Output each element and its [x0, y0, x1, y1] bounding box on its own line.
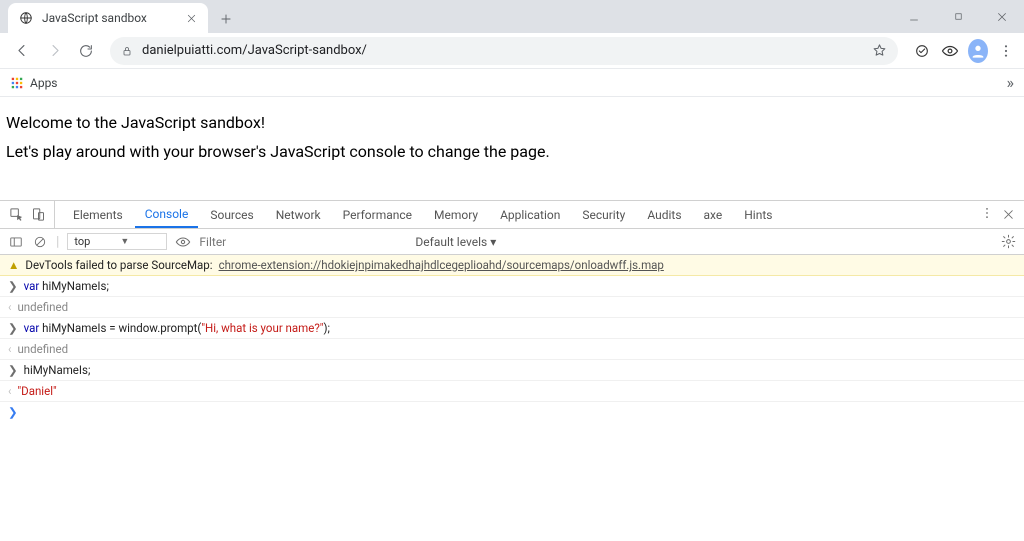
- input-caret-icon: ❯: [8, 279, 18, 293]
- console-sidebar-toggle-icon[interactable]: [8, 234, 24, 250]
- console-input-row: ❯ var hiMyNameIs;: [0, 276, 1024, 297]
- page-line-1: Welcome to the JavaScript sandbox!: [6, 113, 1018, 132]
- maximize-button[interactable]: [936, 0, 980, 33]
- warning-text: DevTools failed to parse SourceMap:: [25, 258, 212, 272]
- console-output-row: ‹ "Daniel": [0, 381, 1024, 402]
- inspect-element-icon[interactable]: [8, 207, 24, 223]
- devtools-tab-application[interactable]: Application: [490, 201, 570, 228]
- console-line-text: undefined: [17, 342, 68, 356]
- bookmarks-bar: Apps »: [0, 69, 1024, 97]
- devtools-tab-security[interactable]: Security: [572, 201, 635, 228]
- console-warning-row: ▲ DevTools failed to parse SourceMap: ch…: [0, 255, 1024, 276]
- console-filter-input[interactable]: [199, 235, 399, 249]
- console-line-text: var hiMyNameIs;: [24, 279, 109, 293]
- console-line-text: hiMyNameIs;: [24, 363, 91, 377]
- warning-triangle-icon: ▲: [8, 258, 19, 272]
- console-output: ▲ DevTools failed to parse SourceMap: ch…: [0, 255, 1024, 541]
- devtools-panel: ElementsConsoleSourcesNetworkPerformance…: [0, 200, 1024, 541]
- minimize-button[interactable]: [892, 0, 936, 33]
- console-input-row: ❯ hiMyNameIs;: [0, 360, 1024, 381]
- extension-icon[interactable]: [912, 41, 932, 61]
- log-levels-label: Default levels ▾: [415, 235, 496, 249]
- input-caret-icon: ❯: [8, 363, 18, 377]
- devtools-tabs: ElementsConsoleSourcesNetworkPerformance…: [55, 201, 782, 228]
- devtools-tab-console[interactable]: Console: [135, 201, 199, 228]
- apps-grid-icon: [10, 76, 24, 90]
- tab-title: JavaScript sandbox: [42, 11, 176, 25]
- devtools-close-icon[interactable]: [1000, 207, 1016, 223]
- devtools-header: ElementsConsoleSourcesNetworkPerformance…: [0, 201, 1024, 229]
- output-caret-icon: ‹: [8, 300, 11, 314]
- console-output-row: ‹ undefined: [0, 339, 1024, 360]
- eye-icon[interactable]: [940, 41, 960, 61]
- clear-console-icon[interactable]: [32, 234, 48, 250]
- devtools-menu-icon[interactable]: [980, 206, 994, 223]
- apps-button[interactable]: Apps: [10, 76, 58, 90]
- devtools-tab-axe[interactable]: axe: [694, 201, 733, 228]
- devtools-tab-sources[interactable]: Sources: [200, 201, 263, 228]
- forward-button[interactable]: [40, 37, 68, 65]
- devtools-tab-elements[interactable]: Elements: [63, 201, 133, 228]
- console-line-text: "Daniel": [17, 384, 56, 398]
- bookmark-star-icon[interactable]: [872, 43, 888, 59]
- lock-icon: [120, 44, 134, 58]
- console-settings-icon[interactable]: [1000, 234, 1016, 250]
- apps-label: Apps: [30, 76, 58, 90]
- devtools-tab-memory[interactable]: Memory: [424, 201, 488, 228]
- reload-button[interactable]: [72, 37, 100, 65]
- window-close-button[interactable]: [980, 0, 1024, 33]
- output-caret-icon: ‹: [8, 342, 11, 356]
- new-tab-button[interactable]: [212, 5, 240, 33]
- devtools-tab-audits[interactable]: Audits: [637, 201, 691, 228]
- page-content: Welcome to the JavaScript sandbox! Let's…: [0, 97, 1024, 177]
- window-controls: [892, 0, 1024, 33]
- device-toggle-icon[interactable]: [30, 207, 46, 223]
- tab-strip: JavaScript sandbox: [0, 0, 1024, 33]
- url-text: danielpuiatti.com/JavaScript-sandbox/: [142, 43, 864, 58]
- close-icon[interactable]: [184, 11, 198, 25]
- live-expression-icon[interactable]: [175, 234, 191, 250]
- console-line-text: undefined: [17, 300, 68, 314]
- log-levels-selector[interactable]: Default levels ▾: [415, 235, 496, 249]
- globe-icon: [18, 10, 34, 26]
- devtools-tab-performance[interactable]: Performance: [333, 201, 422, 228]
- console-prompt-caret-icon: ❯: [8, 405, 18, 419]
- console-line-text: var hiMyNameIs = window.prompt("Hi, what…: [24, 321, 330, 335]
- profile-avatar[interactable]: [968, 41, 988, 61]
- bookmarks-overflow-icon[interactable]: »: [1007, 73, 1015, 92]
- output-caret-icon: ‹: [8, 384, 11, 398]
- console-input-row: ❯ var hiMyNameIs = window.prompt("Hi, wha…: [0, 318, 1024, 339]
- devtools-tab-network[interactable]: Network: [266, 201, 331, 228]
- browser-toolbar: danielpuiatti.com/JavaScript-sandbox/: [0, 33, 1024, 69]
- console-output-row: ‹ undefined: [0, 297, 1024, 318]
- menu-button[interactable]: [996, 41, 1016, 61]
- warning-link[interactable]: chrome-extension://hdokiejnpimakedhajhdl…: [219, 258, 664, 272]
- extension-area: [912, 41, 1016, 61]
- console-prompt[interactable]: ❯: [0, 402, 1024, 422]
- page-line-2: Let's play around with your browser's Ja…: [6, 142, 1018, 161]
- chevron-down-icon: ▼: [120, 236, 129, 247]
- context-value: top: [74, 235, 90, 248]
- devtools-tab-hints[interactable]: Hints: [734, 201, 782, 228]
- input-caret-icon: ❯: [8, 321, 18, 335]
- execution-context-selector[interactable]: top ▼: [67, 233, 167, 250]
- console-toolbar: | top ▼ Default levels ▾: [0, 229, 1024, 255]
- back-button[interactable]: [8, 37, 36, 65]
- url-bar[interactable]: danielpuiatti.com/JavaScript-sandbox/: [110, 37, 898, 65]
- browser-tab[interactable]: JavaScript sandbox: [8, 3, 208, 33]
